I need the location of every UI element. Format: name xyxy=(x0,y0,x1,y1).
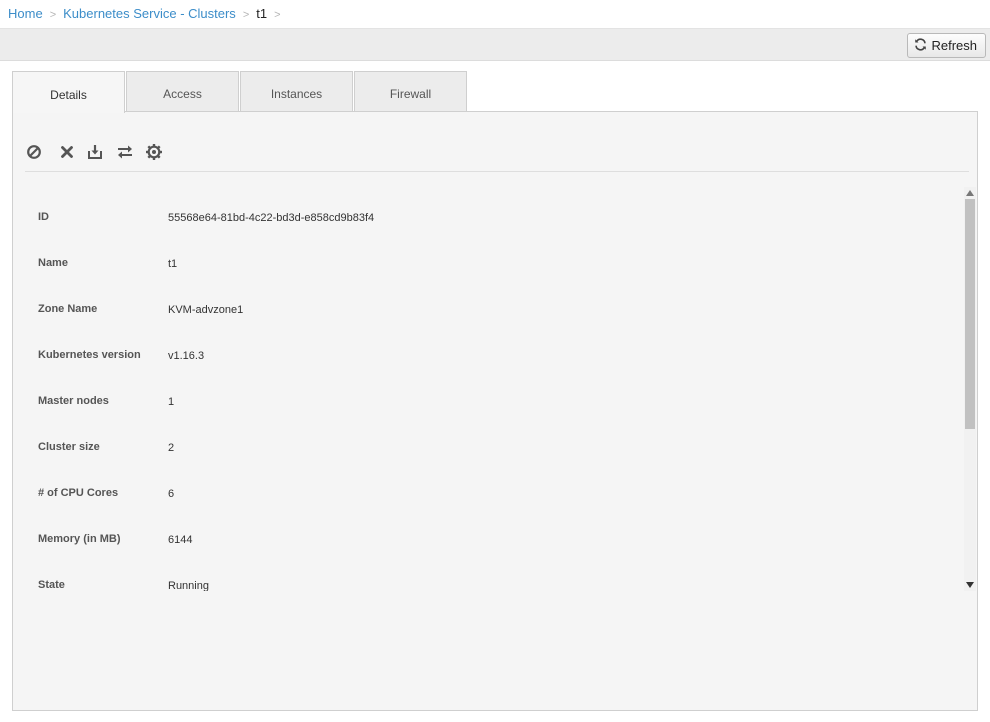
detail-row-memory: Memory (in MB) 6144 xyxy=(13,509,953,555)
details-panel: ID 55568e64-81bd-4c22-bd3d-e858cd9b83f4 … xyxy=(12,111,978,711)
detail-row-id: ID 55568e64-81bd-4c22-bd3d-e858cd9b83f4 xyxy=(13,187,953,233)
scroll-thumb[interactable] xyxy=(965,199,975,429)
detail-label: Name xyxy=(38,257,68,269)
detail-value: 55568e64-81bd-4c22-bd3d-e858cd9b83f4 xyxy=(168,212,375,224)
detail-value: v1.16.3 xyxy=(168,350,205,362)
breadcrumb-current: t1 xyxy=(256,6,268,21)
detail-label: Zone Name xyxy=(38,303,98,315)
breadcrumb: Home > Kubernetes Service - Clusters > t1 > xyxy=(0,0,990,28)
detail-label: State xyxy=(38,579,65,591)
detail-row-version: Kubernetes version v1.16.3 xyxy=(13,325,953,371)
detail-value: 6144 xyxy=(168,534,193,546)
detail-value: t1 xyxy=(168,258,178,270)
download-config-icon[interactable] xyxy=(86,143,104,161)
refresh-label: Refresh xyxy=(931,38,977,53)
detail-value: KVM-advzone1 xyxy=(168,304,244,316)
detail-value: 1 xyxy=(168,396,175,408)
refresh-icon xyxy=(914,37,927,54)
breadcrumb-home[interactable]: Home xyxy=(8,6,43,21)
destroy-icon[interactable] xyxy=(58,143,76,161)
tab-firewall[interactable]: Firewall xyxy=(354,71,467,112)
tab-bar: Details Access Instances Firewall xyxy=(12,71,468,113)
scroll-up-arrow-icon[interactable] xyxy=(964,187,976,199)
tab-details[interactable]: Details xyxy=(12,71,125,113)
breadcrumb-separator: > xyxy=(49,9,57,21)
details-scrollbar[interactable] xyxy=(964,187,976,591)
refresh-button[interactable]: Refresh xyxy=(907,33,986,58)
stop-icon[interactable] xyxy=(25,143,43,161)
detail-value: 2 xyxy=(168,442,175,454)
detail-row-cpu-cores: # of CPU Cores 6 xyxy=(13,463,953,509)
details-list: ID 55568e64-81bd-4c22-bd3d-e858cd9b83f4 … xyxy=(13,187,965,591)
breadcrumb-separator: > xyxy=(274,9,281,21)
detail-label: ID xyxy=(38,211,49,223)
detail-row-zone: Zone Name KVM-advzone1 xyxy=(13,279,953,325)
detail-label: Cluster size xyxy=(38,441,100,453)
tab-access[interactable]: Access xyxy=(126,71,239,112)
detail-label: # of CPU Cores xyxy=(38,487,119,499)
scale-icon[interactable] xyxy=(116,143,134,161)
detail-row-name: Name t1 xyxy=(13,233,953,279)
scroll-down-arrow-icon[interactable] xyxy=(964,579,976,591)
detail-label: Kubernetes version xyxy=(38,349,141,361)
detail-value: 6 xyxy=(168,488,175,500)
detail-row-state: State Running xyxy=(13,555,953,591)
detail-value: Running xyxy=(168,580,209,591)
detail-label: Master nodes xyxy=(38,395,109,407)
detail-label: Memory (in MB) xyxy=(38,533,121,545)
upgrade-icon[interactable] xyxy=(145,143,163,161)
toolbar: Refresh xyxy=(0,28,990,61)
detail-row-master-nodes: Master nodes 1 xyxy=(13,371,953,417)
tab-instances[interactable]: Instances xyxy=(240,71,353,112)
action-toolbar xyxy=(25,136,969,172)
detail-row-cluster-size: Cluster size 2 xyxy=(13,417,953,463)
breadcrumb-separator: > xyxy=(242,9,250,21)
breadcrumb-clusters[interactable]: Kubernetes Service - Clusters xyxy=(63,6,236,21)
